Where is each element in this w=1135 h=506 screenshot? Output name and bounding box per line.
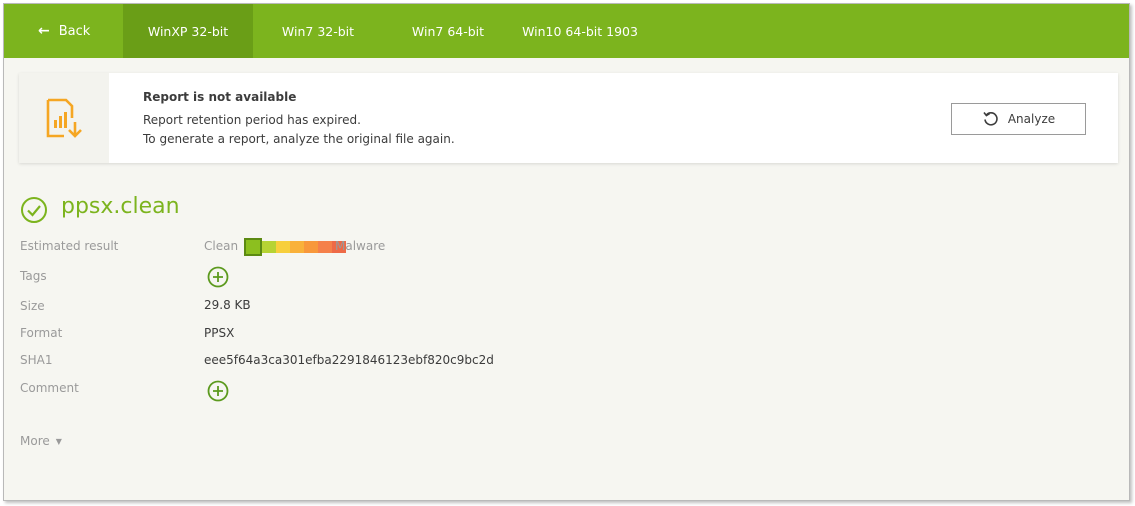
comment-label: Comment bbox=[20, 381, 79, 395]
scale-segment bbox=[304, 241, 318, 253]
tab-win10-64-1903[interactable]: Win10 64-bit 1903 bbox=[513, 4, 647, 58]
sha1-label: SHA1 bbox=[20, 353, 53, 367]
format-value: PPSX bbox=[204, 326, 235, 340]
scale-malware-label: Malware bbox=[335, 239, 386, 253]
analyze-button[interactable]: Analyze bbox=[951, 103, 1086, 135]
check-circle-icon bbox=[21, 197, 47, 223]
report-unavailable-notice: Report is not available Report retention… bbox=[19, 73, 1118, 163]
tab-win7-64[interactable]: Win7 64-bit bbox=[383, 4, 513, 58]
back-label: Back bbox=[58, 23, 91, 39]
tab-win7-32[interactable]: Win7 32-bit bbox=[253, 4, 383, 58]
more-label: More bbox=[20, 434, 50, 448]
analyze-label: Analyze bbox=[1007, 112, 1056, 126]
sha1-value: eee5f64a3ca301efba2291846123ebf820c9bc2d bbox=[204, 353, 494, 367]
back-button[interactable]: ← Back bbox=[38, 4, 90, 58]
threat-scale bbox=[244, 238, 346, 256]
estimated-result-label: Estimated result bbox=[20, 239, 119, 253]
notice-title: Report is not available bbox=[143, 90, 297, 104]
refresh-icon bbox=[982, 110, 1000, 128]
tab-label: Win10 64-bit 1903 bbox=[522, 23, 638, 39]
add-tag-icon[interactable] bbox=[207, 266, 229, 288]
more-toggle[interactable]: More ▼ bbox=[20, 434, 62, 448]
scale-segment-selected bbox=[244, 238, 262, 256]
tab-label: WinXP 32-bit bbox=[147, 23, 229, 39]
size-label: Size bbox=[20, 299, 45, 313]
report-download-icon bbox=[46, 98, 82, 138]
caret-down-icon: ▼ bbox=[55, 436, 62, 446]
app-window: ← Back WinXP 32-bit Win7 32-bit Win7 64-… bbox=[3, 3, 1130, 501]
scale-segment bbox=[290, 241, 304, 253]
scale-segment bbox=[318, 241, 332, 253]
tab-label: Win7 32-bit bbox=[281, 23, 355, 39]
scale-segment bbox=[262, 241, 276, 253]
notice-icon-box bbox=[19, 73, 109, 163]
top-nav-bar: ← Back WinXP 32-bit Win7 32-bit Win7 64-… bbox=[4, 4, 1129, 58]
tab-label: Win7 64-bit bbox=[411, 23, 485, 39]
scale-clean-label: Clean bbox=[204, 239, 239, 253]
format-label: Format bbox=[20, 326, 63, 340]
size-value: 29.8 KB bbox=[204, 298, 251, 312]
tab-winxp-32[interactable]: WinXP 32-bit bbox=[123, 4, 253, 58]
notice-message-line-1: Report retention period has expired. bbox=[143, 113, 361, 127]
add-comment-icon[interactable] bbox=[207, 380, 229, 402]
scale-segment bbox=[276, 241, 290, 253]
notice-message-line-2: To generate a report, analyze the origin… bbox=[143, 132, 455, 146]
arrow-left-icon: ← bbox=[38, 23, 50, 39]
tags-label: Tags bbox=[20, 269, 47, 283]
file-name: ppsx.clean bbox=[61, 194, 180, 219]
